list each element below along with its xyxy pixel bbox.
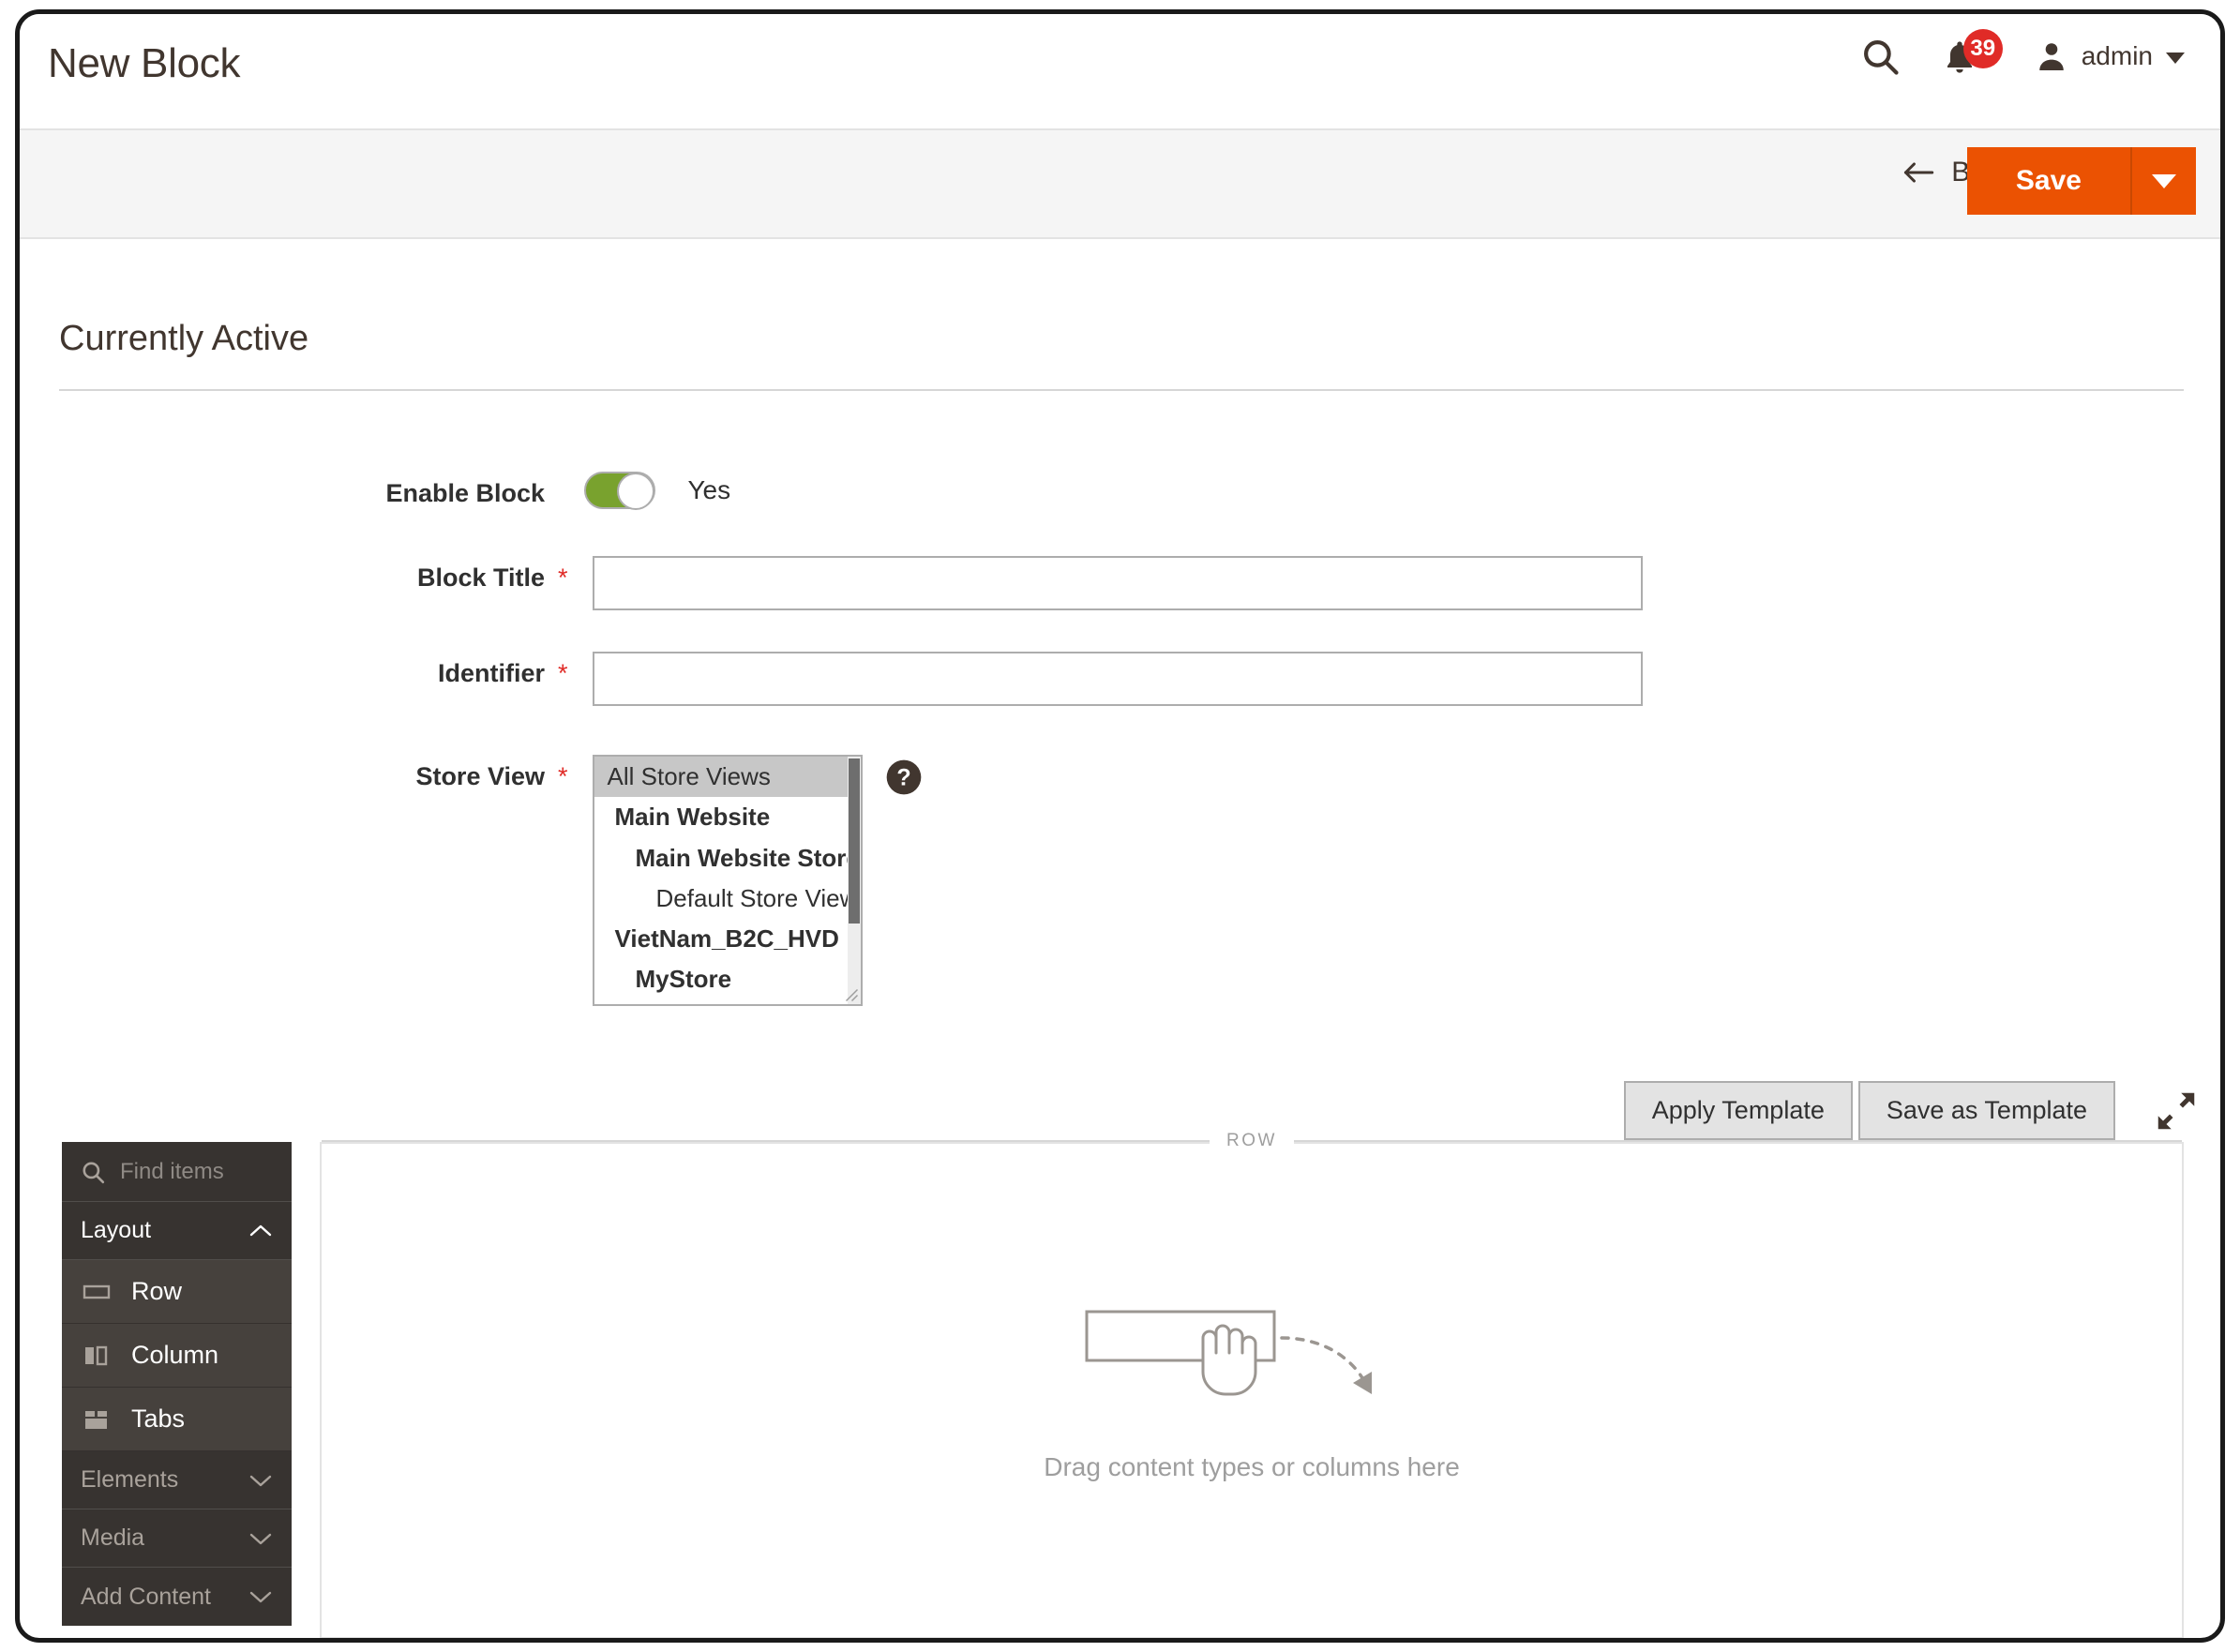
required-asterisk: * (558, 563, 568, 592)
block-title-input[interactable] (592, 556, 1643, 610)
search-placeholder: Find items (120, 1158, 224, 1184)
panel-group-add-content[interactable]: Add Content (62, 1568, 292, 1626)
page-title: New Block (48, 40, 241, 86)
store-view-option[interactable]: All Store Views (594, 757, 861, 798)
panel-item-column[interactable]: Column (62, 1324, 292, 1388)
enable-block-toggle[interactable] (584, 472, 655, 510)
field-enable-block: Enable Block Yes (20, 472, 731, 510)
chevron-down-icon (2166, 53, 2185, 64)
notification-count-badge: 39 (1962, 29, 2003, 68)
page-builder-search[interactable]: Find items (62, 1142, 292, 1202)
page-builder-panel: Find items Layout Row Column Tabs Elemen… (62, 1142, 292, 1626)
panel-item-label: Column (131, 1341, 219, 1369)
chevron-down-icon (2152, 173, 2176, 188)
chevron-down-icon (249, 1533, 272, 1544)
field-identifier: Identifier * (20, 652, 1643, 706)
svg-text:?: ? (896, 765, 910, 791)
chevron-up-icon (249, 1224, 272, 1236)
store-view-option[interactable]: MyStore (594, 959, 861, 999)
panel-item-tabs[interactable]: Tabs (62, 1388, 292, 1451)
save-options-button[interactable] (2130, 147, 2196, 215)
identifier-input[interactable] (592, 652, 1643, 706)
drop-zone-text: Drag content types or columns here (1044, 1452, 1460, 1481)
field-store-view: Store View * All Store Views Main Websit… (20, 755, 923, 1006)
panel-item-label: Tabs (131, 1404, 186, 1433)
tabs-icon (85, 1410, 107, 1429)
admin-username: admin (2081, 41, 2153, 70)
canvas-drop-zone[interactable]: Drag content types or columns here (322, 1144, 2182, 1637)
store-view-label: Store View (415, 762, 545, 790)
scrollbar-thumb[interactable] (848, 758, 860, 924)
store-view-option[interactable]: VietNam_B2C_HVD (594, 919, 861, 959)
arrow-left-icon (1904, 162, 1934, 183)
store-view-option[interactable]: Main Website (594, 797, 861, 837)
store-view-option[interactable]: Main Website Store (594, 838, 861, 879)
drag-hand-illustration (1085, 1310, 1372, 1396)
required-asterisk: * (558, 659, 568, 687)
identifier-label: Identifier (437, 659, 545, 687)
field-block-title: Block Title * (20, 556, 1643, 610)
action-toolbar: Back Save (20, 128, 2220, 239)
store-view-scrollbar[interactable] (847, 757, 861, 1004)
enable-block-value: Yes (687, 475, 731, 504)
chevron-down-icon (249, 1591, 272, 1603)
row-label-rule-right (1293, 1140, 2182, 1142)
search-icon[interactable] (1860, 37, 1900, 76)
panel-item-row[interactable]: Row (62, 1260, 292, 1324)
section-divider (59, 389, 2184, 391)
section-title: Currently Active (59, 319, 309, 358)
notifications-button[interactable]: 39 (1941, 29, 2003, 78)
panel-group-elements[interactable]: Elements (62, 1451, 292, 1509)
save-button[interactable]: Save (1966, 147, 2130, 215)
panel-group-label: Layout (81, 1217, 152, 1243)
row-label-rule-left (322, 1140, 1210, 1142)
row-icon (83, 1284, 111, 1299)
chevron-down-icon (249, 1475, 272, 1486)
header-actions: 39 admin (1860, 29, 2185, 78)
panel-group-label: Media (81, 1524, 145, 1551)
resize-grip-icon[interactable] (842, 985, 859, 1002)
panel-group-layout[interactable]: Layout (62, 1202, 292, 1260)
panel-group-media[interactable]: Media (62, 1509, 292, 1568)
store-view-listbox[interactable]: All Store Views Main Website Main Websit… (592, 755, 863, 1006)
block-title-label: Block Title (416, 563, 545, 592)
store-view-option[interactable]: Default Store View (594, 879, 861, 919)
help-circle-icon[interactable]: ? (885, 758, 923, 796)
fullscreen-expand-icon[interactable] (2157, 1091, 2196, 1131)
enable-block-label: Enable Block (385, 479, 545, 507)
column-icon (85, 1345, 108, 1365)
search-icon (83, 1161, 105, 1183)
toggle-knob (617, 473, 654, 510)
admin-user-menu[interactable]: admin (2035, 39, 2185, 73)
panel-item-label: Row (131, 1277, 183, 1305)
page-builder-canvas[interactable]: ROW Drag content types or columns here (320, 1131, 2184, 1638)
admin-page: New Block 39 admin Save Currently Active… (15, 9, 2225, 1643)
save-button-group: Save (1966, 147, 2196, 215)
required-asterisk: * (558, 762, 568, 790)
user-avatar-icon (2038, 43, 2064, 70)
page-header: New Block 39 admin (20, 14, 2220, 128)
panel-group-label: Elements (81, 1466, 179, 1493)
panel-group-label: Add Content (81, 1583, 211, 1610)
